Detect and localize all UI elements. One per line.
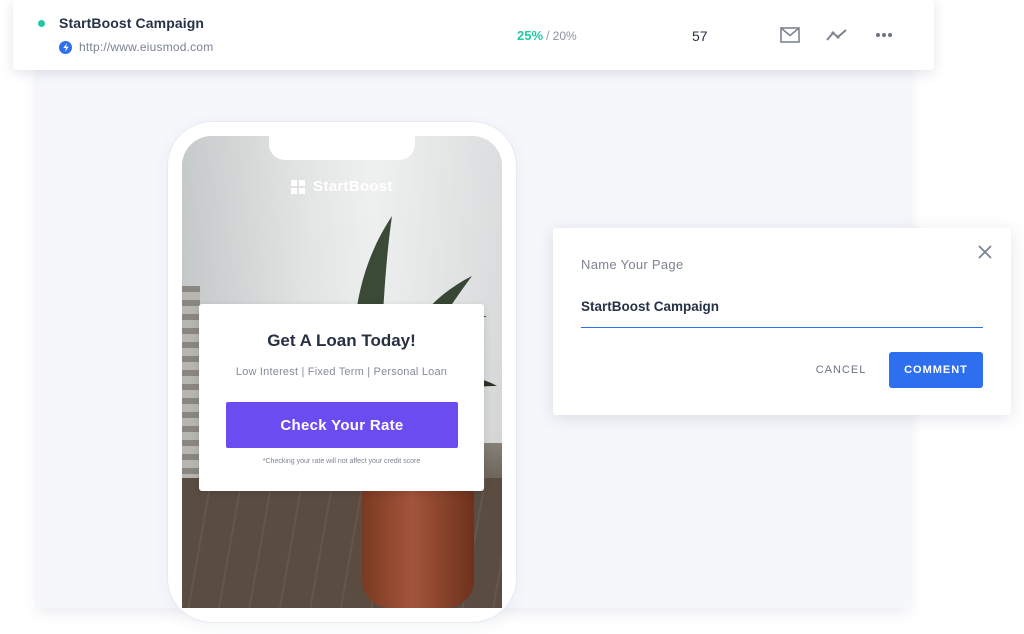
close-icon[interactable] xyxy=(975,242,995,262)
trend-icon[interactable] xyxy=(826,25,848,45)
background-rail xyxy=(182,286,200,506)
disclaimer-text: *Checking your rate will not affect your… xyxy=(262,458,421,465)
phone-screen: StartBoost Get A Loan Today! Low Interes… xyxy=(182,136,502,608)
conversion-rate-value: 25% xyxy=(517,28,544,43)
mail-icon[interactable] xyxy=(779,25,801,45)
rate-separator: / xyxy=(546,28,550,43)
phone-notch xyxy=(269,136,415,160)
bolt-icon xyxy=(59,41,72,54)
campaign-url[interactable]: http://www.eiusmod.com xyxy=(79,40,213,54)
brand-name: StartBoost xyxy=(313,178,393,195)
comment-button[interactable]: COMMENT xyxy=(889,352,983,388)
loan-card: Get A Loan Today! Low Interest | Fixed T… xyxy=(199,304,484,491)
goal-rate-value: 20% xyxy=(552,29,577,43)
loan-title: Get A Loan Today! xyxy=(267,331,416,350)
phone-preview: StartBoost Get A Loan Today! Low Interes… xyxy=(168,122,516,622)
campaign-row[interactable]: StartBoost Campaign http://www.eiusmod.c… xyxy=(13,0,934,70)
visitor-count: 57 xyxy=(692,28,708,44)
more-icon[interactable] xyxy=(873,25,895,45)
page-name-label: Name Your Page xyxy=(581,257,684,272)
brand-logo-icon xyxy=(291,179,306,194)
check-rate-button[interactable]: Check Your Rate xyxy=(226,402,458,448)
name-page-dialog: Name Your Page CANCEL COMMENT xyxy=(553,228,1011,415)
campaign-name[interactable]: StartBoost Campaign xyxy=(59,15,204,31)
plant-pot xyxy=(362,486,474,608)
cancel-button[interactable]: CANCEL xyxy=(803,356,879,384)
page-name-input[interactable] xyxy=(581,292,983,328)
conversion-rate: 25%/20% xyxy=(517,28,577,43)
status-dot xyxy=(38,20,45,27)
brand-header: StartBoost xyxy=(182,178,502,195)
loan-subtitle: Low Interest | Fixed Term | Personal Loa… xyxy=(235,366,448,378)
